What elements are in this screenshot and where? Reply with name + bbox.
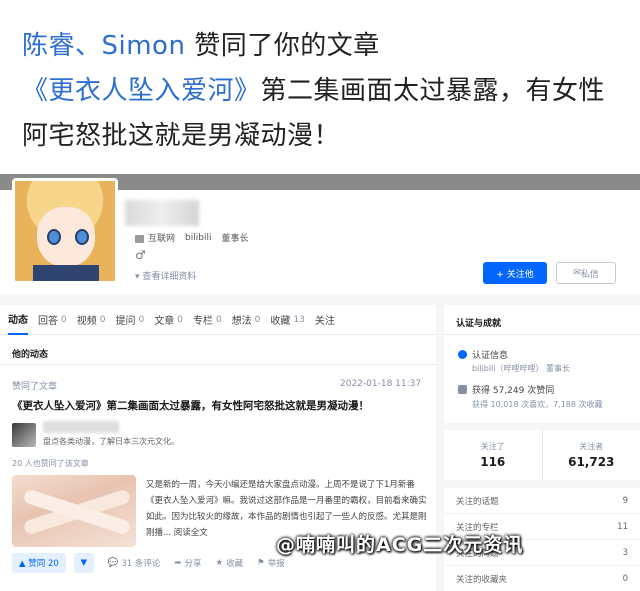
section-title: 他的动态 [0,335,436,365]
tab-questions[interactable]: 提问 0 [115,305,144,335]
tab-videos[interactable]: 视频 0 [77,305,106,335]
follow-stats: 关注了 116 关注者 61,723 [444,430,640,480]
profile-tag-industry: 互联网 [135,231,175,244]
tab-activity[interactable]: 动态 [8,305,28,335]
avatar[interactable] [12,178,118,284]
message-button[interactable]: ✉ 私信 [556,262,616,284]
praise-detail: 获得 10,018 次喜欢，7,188 次收藏 [472,400,603,409]
certification-detail: bilibili（哔哩哔哩） 董事长 [472,364,571,373]
comment-icon: 💬 [107,558,119,568]
notification-users[interactable]: 陈睿、Simon [22,31,185,61]
certification-row: 认证信息 [458,348,508,361]
achievements-card: 认证与成就 认证信息 bilibili（哔哩哔哩） 董事长 获得 57,249 … [444,305,640,423]
view-details-link[interactable]: ▾ 查看详细资料 [135,269,196,282]
tab-thoughts[interactable]: 想法 0 [232,305,261,335]
report-button[interactable]: ⚑ 举报 [257,557,285,569]
watermark: @喃喃叫的ACG二次元资讯 [276,534,524,556]
notification-verb: 赞同了你的文章 [185,31,380,61]
article-actions: ▲ 赞同 20 ▼ 💬 31 条评论 ➦ 分享 ★ 收藏 ⚑ 举报 [12,553,285,573]
activity-action: 赞同了文章 [12,382,58,392]
tab-collections[interactable]: 收藏 13 [270,305,304,335]
article-thumbnail[interactable] [12,475,136,547]
notification-banner: 陈睿、Simon 赞同了你的文章 《更衣人坠入爱河》第二集画面太过暴露，有女性阿… [0,0,640,174]
vote-down-button[interactable]: ▼ [73,553,94,573]
profile-tag-company: bilibili [185,232,212,243]
author-name-redacted [43,421,119,433]
following-stat[interactable]: 关注了 116 [444,430,542,480]
share-button[interactable]: ➦ 分享 [174,557,201,569]
briefcase-icon [135,234,144,243]
achievements-title: 认证与成就 [444,305,640,335]
list-item[interactable]: 关注的话题 9 [444,488,640,514]
praise-row: 获得 57,249 次赞同 [458,383,554,396]
comments-button[interactable]: 💬 31 条评论 [108,557,161,569]
agree-count: 20 人也赞同了该文章 [12,459,89,468]
tab-articles[interactable]: 文章 0 [154,305,183,335]
tab-columns[interactable]: 专栏 0 [193,305,222,335]
notification-text: 陈睿、Simon 赞同了你的文章 《更衣人坠入爱河》第二集画面太过暴露，有女性阿… [22,24,618,159]
flag-icon: ⚑ [257,558,265,568]
vote-up-button[interactable]: ▲ 赞同 20 [12,553,66,573]
profile-name-redacted [125,200,199,226]
follow-button[interactable]: + 关注他 [483,262,547,284]
thumbs-up-icon [458,385,467,394]
share-icon: ➦ [174,558,182,568]
gender-male-icon: ♂ [135,248,146,262]
tab-answers[interactable]: 回答 0 [38,305,67,335]
verified-icon [458,350,467,359]
profile-tags: 互联网 bilibili 董事长 [135,231,248,244]
author-bio: 盘点各类动漫，了解日本三次元文化。 [43,437,179,446]
profile-tag-position: 董事长 [221,234,249,244]
author-avatar[interactable] [12,423,36,447]
notification-article-link[interactable]: 《更衣人坠入爱河》 [22,76,261,106]
star-icon: ★ [215,558,224,568]
followers-stat[interactable]: 关注者 61,723 [541,430,640,480]
profile-tabs: 动态 回答 0 视频 0 提问 0 文章 0 专栏 0 想法 0 收藏 13 关注 [0,305,436,335]
page: 陈睿、Simon 赞同了你的文章 《更衣人坠入爱河》第二集画面太过暴露，有女性阿… [0,0,640,591]
list-item[interactable]: 关注的收藏夹 0 [444,566,640,591]
favorite-button[interactable]: ★ 收藏 [216,557,244,569]
profile-header: 互联网 bilibili 董事长 ♂ ▾ 查看详细资料 + 关注他 ✉ 私信 [0,178,640,294]
tab-following[interactable]: 关注 [315,305,335,335]
article-title[interactable]: 《更衣人坠入爱河》第二集画面太过暴露，有女性阿宅怒批这就是男凝动漫！ [12,398,422,413]
activity-time: 2022-01-18 11:37 [340,379,422,389]
